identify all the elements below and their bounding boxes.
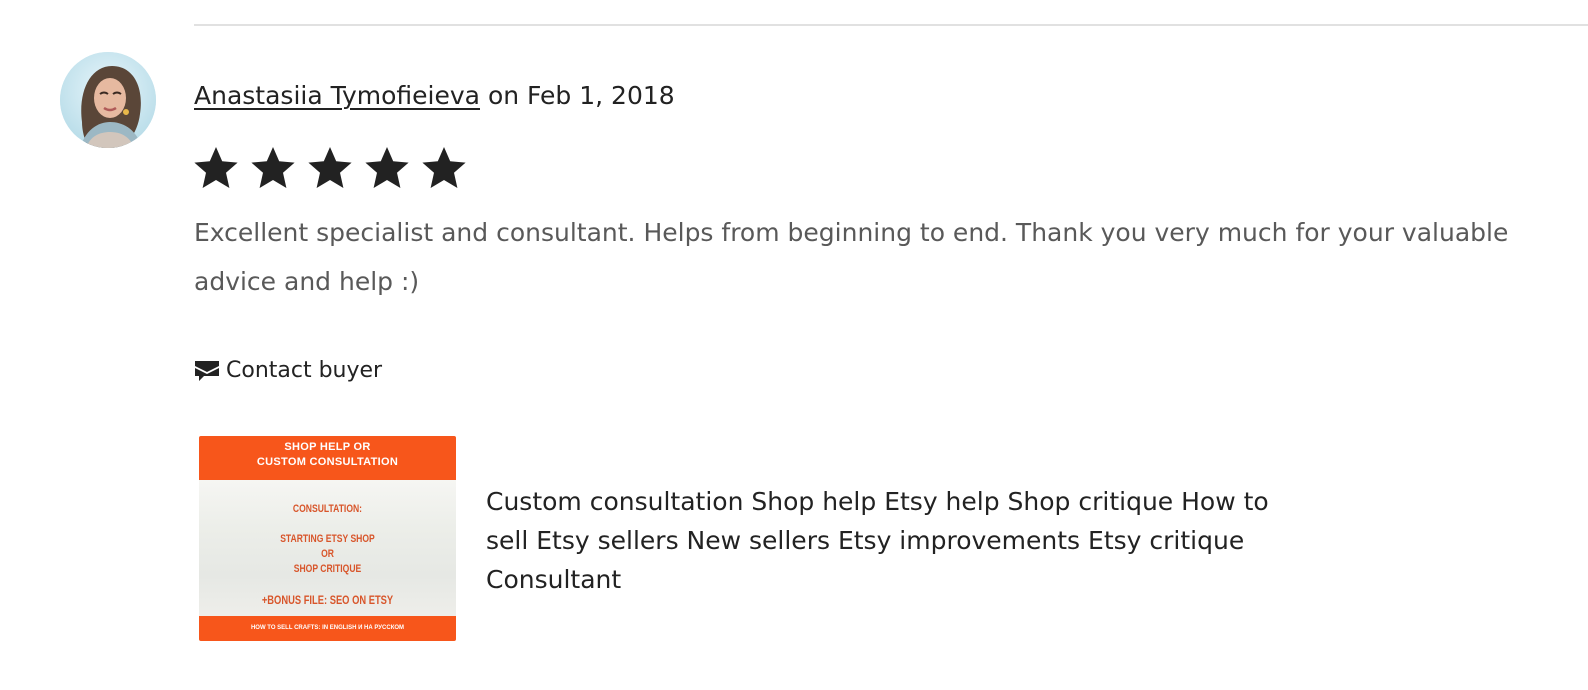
star-icon: [363, 144, 411, 192]
review-text: Excellent specialist and consultant. Hel…: [194, 218, 1509, 296]
listing-thumbnail[interactable]: SHOP HELP OR CUSTOM CONSULTATION CONSULT…: [199, 436, 456, 641]
thumbnail-text-line: SHOP CRITIQUE: [293, 563, 362, 575]
thumbnail-header-line: CUSTOM CONSULTATION: [256, 456, 399, 468]
contact-buyer-label: Contact buyer: [226, 358, 383, 383]
thumbnail-footer: HOW TO SELL CRAFTS: IN ENGLISH И НА РУСС…: [199, 616, 456, 641]
listing-title-link[interactable]: Custom consultation Shop help Etsy help …: [486, 482, 1286, 599]
thumbnail-text-line: STARTING ETSY SHOP: [280, 533, 375, 545]
review-header: Anastasiia Tymofieieva on Feb 1, 2018: [194, 80, 675, 112]
star-rating: [192, 144, 468, 192]
star-icon: [249, 144, 297, 192]
message-icon: [194, 359, 220, 383]
contact-buyer-button[interactable]: Contact buyer: [194, 356, 382, 386]
thumbnail-text-line: OR: [321, 548, 334, 560]
thumbnail-text-line: +BONUS FILE: SEO ON ETSY: [261, 593, 394, 607]
star-icon: [420, 144, 468, 192]
star-icon: [192, 144, 240, 192]
star-icon: [306, 144, 354, 192]
review-date: on Feb 1, 2018: [487, 81, 675, 110]
thumbnail-header: SHOP HELP OR CUSTOM CONSULTATION: [199, 436, 456, 480]
thumbnail-text-line: CONSULTATION:: [292, 503, 363, 515]
top-divider: [194, 24, 1588, 26]
reviewer-name-link[interactable]: Anastasiia Tymofieieva: [194, 81, 480, 110]
thumbnail-header-line: SHOP HELP OR: [284, 441, 371, 453]
reviewer-avatar[interactable]: [60, 52, 156, 148]
